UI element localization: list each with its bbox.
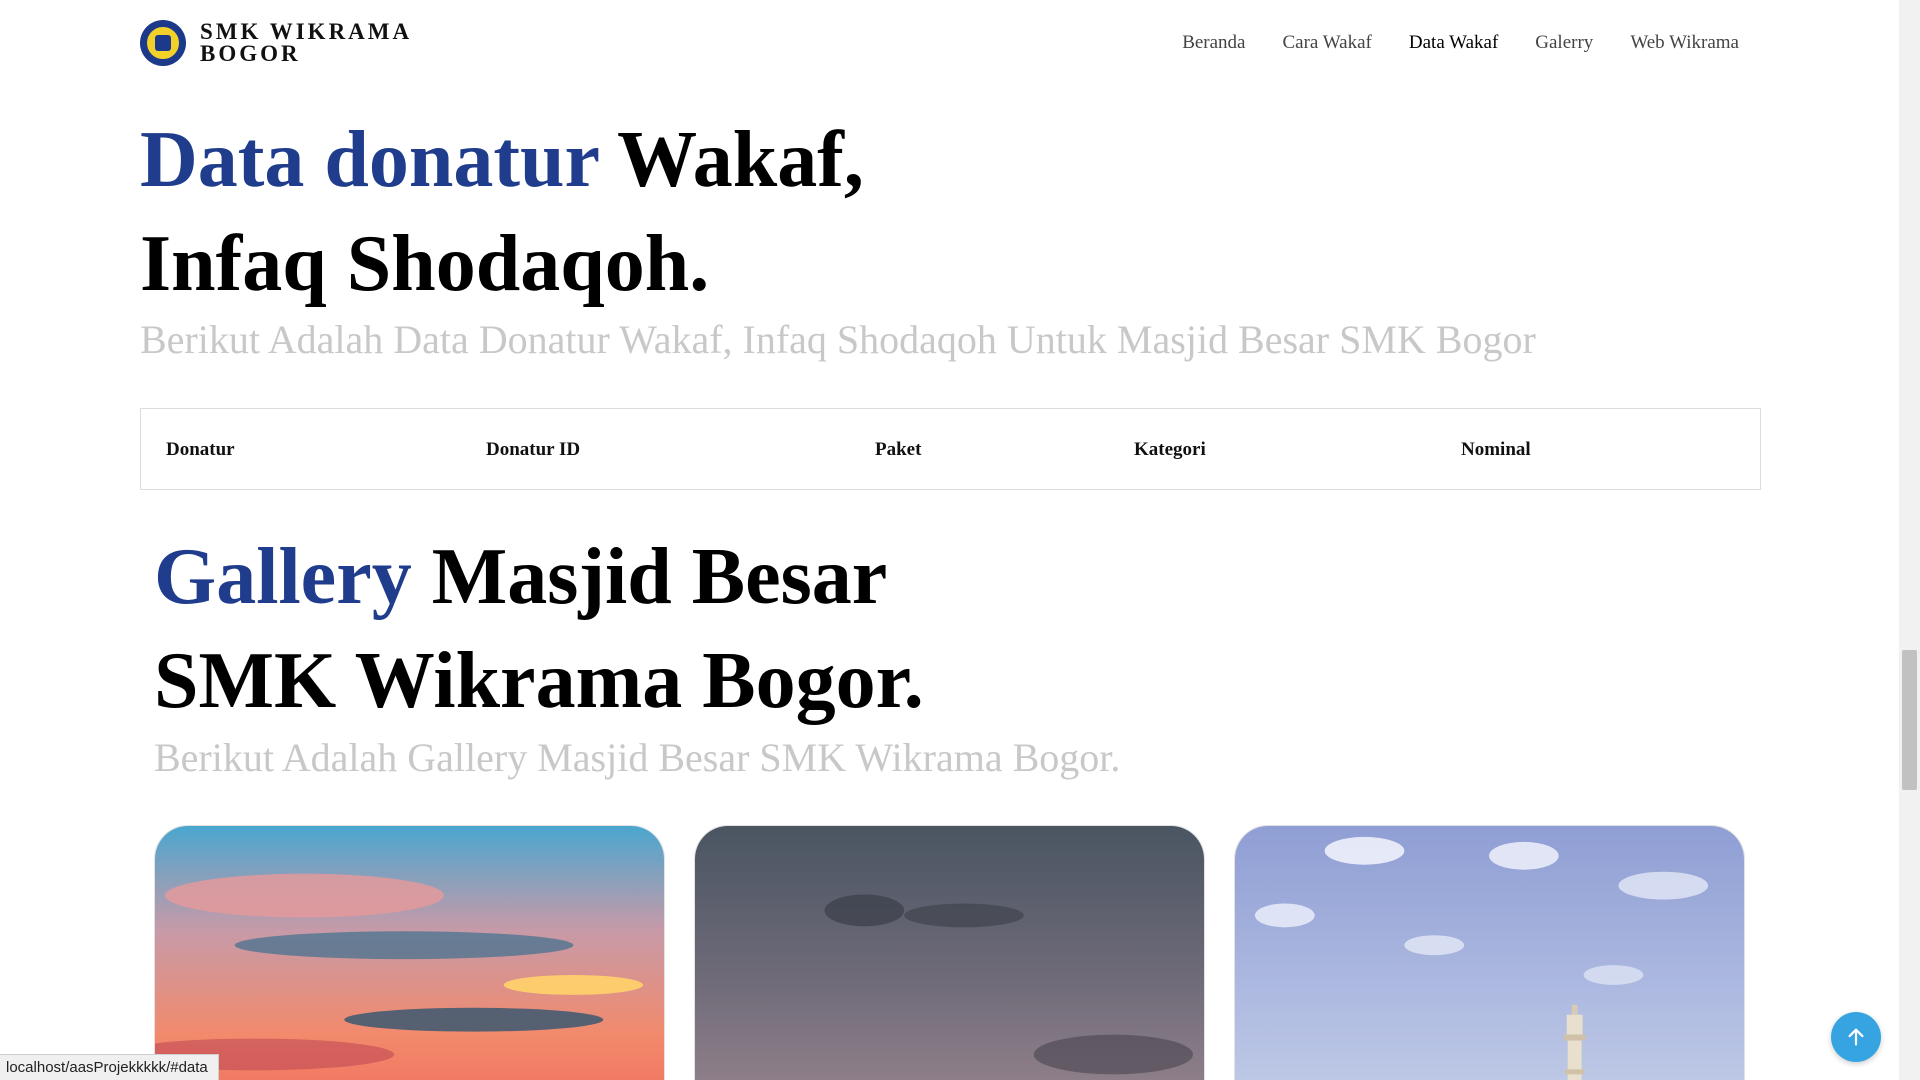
navbar: SMK WIKRAMA BOGOR Beranda Cara Wakaf Dat… [0,0,1899,86]
gallery-section-subtitle: Berikut Adalah Gallery Masjid Besar SMK … [154,735,1121,780]
data-title-accent: Data donatur [140,116,599,204]
table-header-paket: Paket [875,439,922,460]
nav-web-wikrama[interactable]: Web Wikrama [1630,32,1739,54]
data-title-line2: Infaq Shodaqoh. [140,220,710,308]
main-nav: Beranda Cara Wakaf Data Wakaf Galerry We… [1145,32,1739,54]
gallery-title-accent: Gallery [154,533,412,621]
gallery-image-dusk[interactable] [694,825,1205,1080]
brand-line-2: BOGOR [200,41,301,66]
status-bar-url: localhost/aasProjekkkkk/#data [0,1054,219,1080]
table-header-donatur: Donatur [166,439,235,460]
gallery-image-minaret[interactable] [1234,825,1745,1080]
data-title-rest: Wakaf, [598,116,864,204]
table-header-donatur-id: Donatur ID [486,439,581,460]
donatur-table: Donatur Donatur ID Paket Kategori Nomina… [140,408,1761,490]
gallery-title-line2: SMK Wikrama Bogor. [154,637,924,725]
school-logo-icon [140,20,186,66]
gallery-image-sunset[interactable] [154,825,665,1080]
arrow-up-icon [1848,1028,1864,1046]
data-section-title: Data donatur Wakaf, Infaq Shodaqoh. [140,108,864,316]
gallery-title-rest: Masjid Besar [411,533,888,621]
gallery-section-title: Gallery Masjid Besar SMK Wikrama Bogor. [154,525,924,733]
brand[interactable]: SMK WIKRAMA BOGOR [140,20,412,66]
nav-data-wakaf[interactable]: Data Wakaf [1409,32,1498,54]
nav-cara-wakaf[interactable]: Cara Wakaf [1283,32,1372,54]
scrollbar[interactable] [1899,0,1920,1080]
data-section-subtitle: Berikut Adalah Data Donatur Wakaf, Infaq… [140,317,1536,362]
table-header-nominal: Nominal [1461,439,1531,460]
brand-text: SMK WIKRAMA BOGOR [200,19,413,66]
nav-beranda[interactable]: Beranda [1182,32,1245,54]
scrollbar-thumb[interactable] [1902,650,1917,790]
nav-galerry[interactable]: Galerry [1535,32,1593,54]
back-to-top-button[interactable] [1831,1012,1881,1062]
brand-line-1: SMK WIKRAMA [200,19,413,44]
table-header-kategori: Kategori [1134,439,1206,460]
page: SMK WIKRAMA BOGOR Beranda Cara Wakaf Dat… [0,0,1920,1080]
